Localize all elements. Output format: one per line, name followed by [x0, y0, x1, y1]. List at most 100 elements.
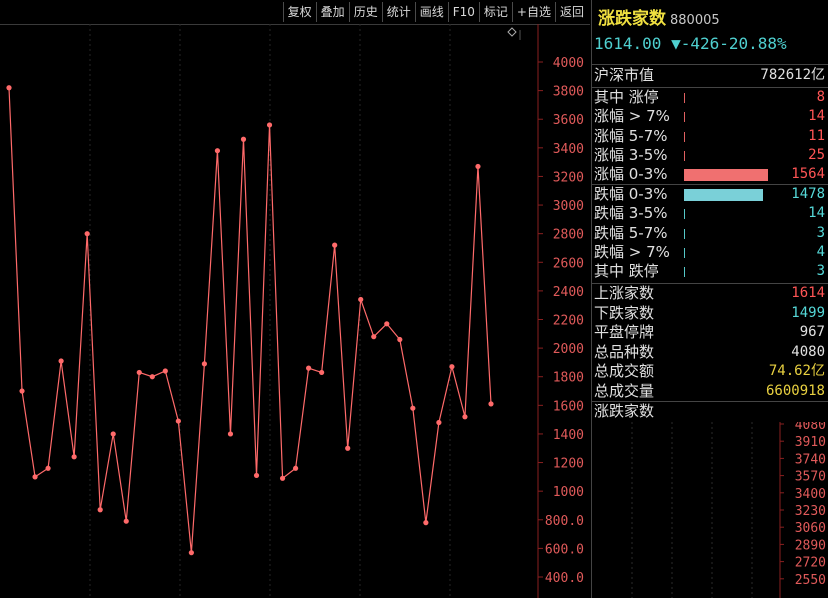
row-value: 14 — [808, 205, 825, 222]
row-label: 涨幅 0-3% — [594, 165, 668, 184]
data-point[interactable] — [32, 474, 38, 480]
data-point[interactable] — [371, 334, 377, 340]
y-tick-label: 3400 — [553, 142, 584, 157]
distribution-tick — [684, 209, 685, 220]
row-label: 涨幅 5-7% — [594, 126, 668, 145]
mini-chart-title-row: 涨跌家数 — [592, 402, 828, 421]
divider — [592, 64, 828, 65]
data-point[interactable] — [214, 148, 221, 154]
y-tick-label: 4000 — [553, 56, 584, 71]
mini-chart[interactable]: 4080 3910 3740 3570 3400 3230 3060 2890 2720 2550 — [592, 422, 828, 598]
data-point[interactable] — [162, 368, 168, 374]
mini-chart-title: 涨跌家数 — [594, 402, 655, 420]
stat-row: 跌幅 5-7% 3 — [592, 224, 828, 243]
data-point[interactable] — [332, 242, 338, 248]
last-price: 1614.00 — [594, 34, 662, 53]
data-point[interactable] — [410, 405, 416, 411]
y-tick-label: 2800 — [553, 228, 584, 243]
pct-change: -20.88% — [719, 34, 787, 53]
row-value: 1614 — [791, 285, 825, 301]
diamond-icon[interactable] — [507, 27, 517, 37]
line-chart-svg[interactable]: 4000 3800 3600 3400 3200 3000 2800 2600 2400 2200… — [0, 24, 590, 598]
data-point[interactable] — [397, 336, 403, 343]
y-tick-label: 2890 — [795, 538, 826, 553]
data-point[interactable] — [84, 231, 90, 237]
data-point[interactable] — [19, 388, 25, 394]
toolbar-button[interactable]: 历史 — [348, 2, 382, 22]
data-point[interactable] — [449, 364, 455, 370]
data-point[interactable] — [358, 296, 364, 303]
data-point[interactable] — [266, 122, 273, 128]
data-point[interactable] — [149, 374, 155, 380]
data-point[interactable] — [292, 465, 299, 471]
data-point[interactable] — [6, 85, 12, 91]
row-value: 967 — [799, 324, 825, 340]
toolbar-button[interactable]: 叠加 — [315, 2, 349, 22]
toolbar-button[interactable]: 统计 — [381, 2, 415, 22]
toolbar-button[interactable]: +自选 — [511, 2, 555, 22]
main-chart[interactable]: 4000 3800 3600 3400 3200 3000 2800 2600 2400 2200… — [0, 24, 590, 598]
data-point[interactable] — [123, 518, 129, 524]
index-code: 880005 — [670, 13, 720, 28]
y-tick-label: 3600 — [553, 113, 584, 128]
quote-line: 1614.00 ▼-426-20.88% — [594, 34, 787, 60]
data-point[interactable] — [136, 369, 142, 376]
data-point[interactable] — [475, 163, 481, 170]
distribution-bar — [684, 189, 764, 201]
row-value: 1564 — [791, 166, 825, 183]
y-tick-label: 2550 — [795, 573, 826, 588]
y-tick-label: 1400 — [553, 428, 584, 443]
data-point[interactable] — [279, 475, 286, 481]
data-point[interactable] — [227, 431, 234, 437]
stat-row: 下跌家数 1499 — [592, 304, 828, 323]
data-point[interactable] — [384, 321, 390, 327]
y-tick-label: 800.0 — [545, 514, 584, 529]
stat-row: 涨幅 3-5% 25 — [592, 146, 828, 165]
data-point[interactable] — [423, 520, 429, 526]
row-value: 8 — [816, 89, 825, 105]
data-point[interactable] — [253, 472, 260, 479]
row-label: 总成交额 — [594, 362, 655, 380]
row-value: 1478 — [791, 186, 825, 202]
y-tick-label: 3910 — [795, 435, 826, 450]
data-point[interactable] — [97, 507, 103, 513]
row-value: 6600918 — [765, 382, 825, 399]
stat-row: 其中 跌停 3 — [592, 262, 828, 281]
y-tick-label: 2400 — [553, 285, 584, 300]
data-point[interactable] — [58, 358, 64, 364]
y-tick-label: 2200 — [553, 314, 584, 329]
data-point[interactable] — [488, 401, 494, 407]
data-point[interactable] — [319, 369, 325, 376]
row-value: 4080 — [791, 343, 825, 360]
distribution-tick — [684, 150, 685, 161]
stat-row: 涨幅 0-3% 1564 — [592, 165, 828, 184]
data-point[interactable] — [345, 445, 351, 451]
toolbar-button[interactable]: 复权 — [282, 2, 316, 22]
distribution-tick — [684, 131, 685, 142]
y-tick-label: 1600 — [553, 399, 584, 414]
toolbar-button[interactable]: 标记 — [478, 2, 512, 22]
data-point[interactable] — [110, 431, 116, 437]
data-point[interactable] — [462, 414, 468, 420]
data-point[interactable] — [306, 365, 312, 371]
row-label: 下跌家数 — [594, 303, 655, 322]
data-point[interactable] — [188, 550, 194, 556]
row-value: 1499 — [791, 304, 825, 321]
data-point[interactable] — [175, 418, 181, 424]
data-point[interactable] — [436, 419, 442, 426]
y-tick-label: 1800 — [553, 371, 584, 386]
market-value-label: 沪深市值 — [594, 66, 655, 84]
row-label: 其中 跌停 — [594, 262, 659, 281]
data-point[interactable] — [71, 454, 77, 460]
toolbar-button[interactable]: F10 — [447, 2, 479, 22]
chart-toolbar: 复权 叠加 历史 统计 画线 F10 标记 +自选 返回 — [0, 0, 590, 25]
row-label: 跌幅 0-3% — [594, 185, 668, 203]
y-tick-label: 1200 — [553, 457, 584, 472]
toolbar-button[interactable]: 画线 — [414, 2, 448, 22]
data-point[interactable] — [45, 465, 51, 471]
data-point[interactable] — [240, 136, 247, 142]
toolbar-button[interactable]: 返回 — [554, 2, 588, 22]
data-point[interactable] — [201, 361, 208, 367]
row-label: 总成交量 — [594, 381, 655, 400]
stat-row: 跌幅 0-3% 1478 — [592, 185, 828, 204]
